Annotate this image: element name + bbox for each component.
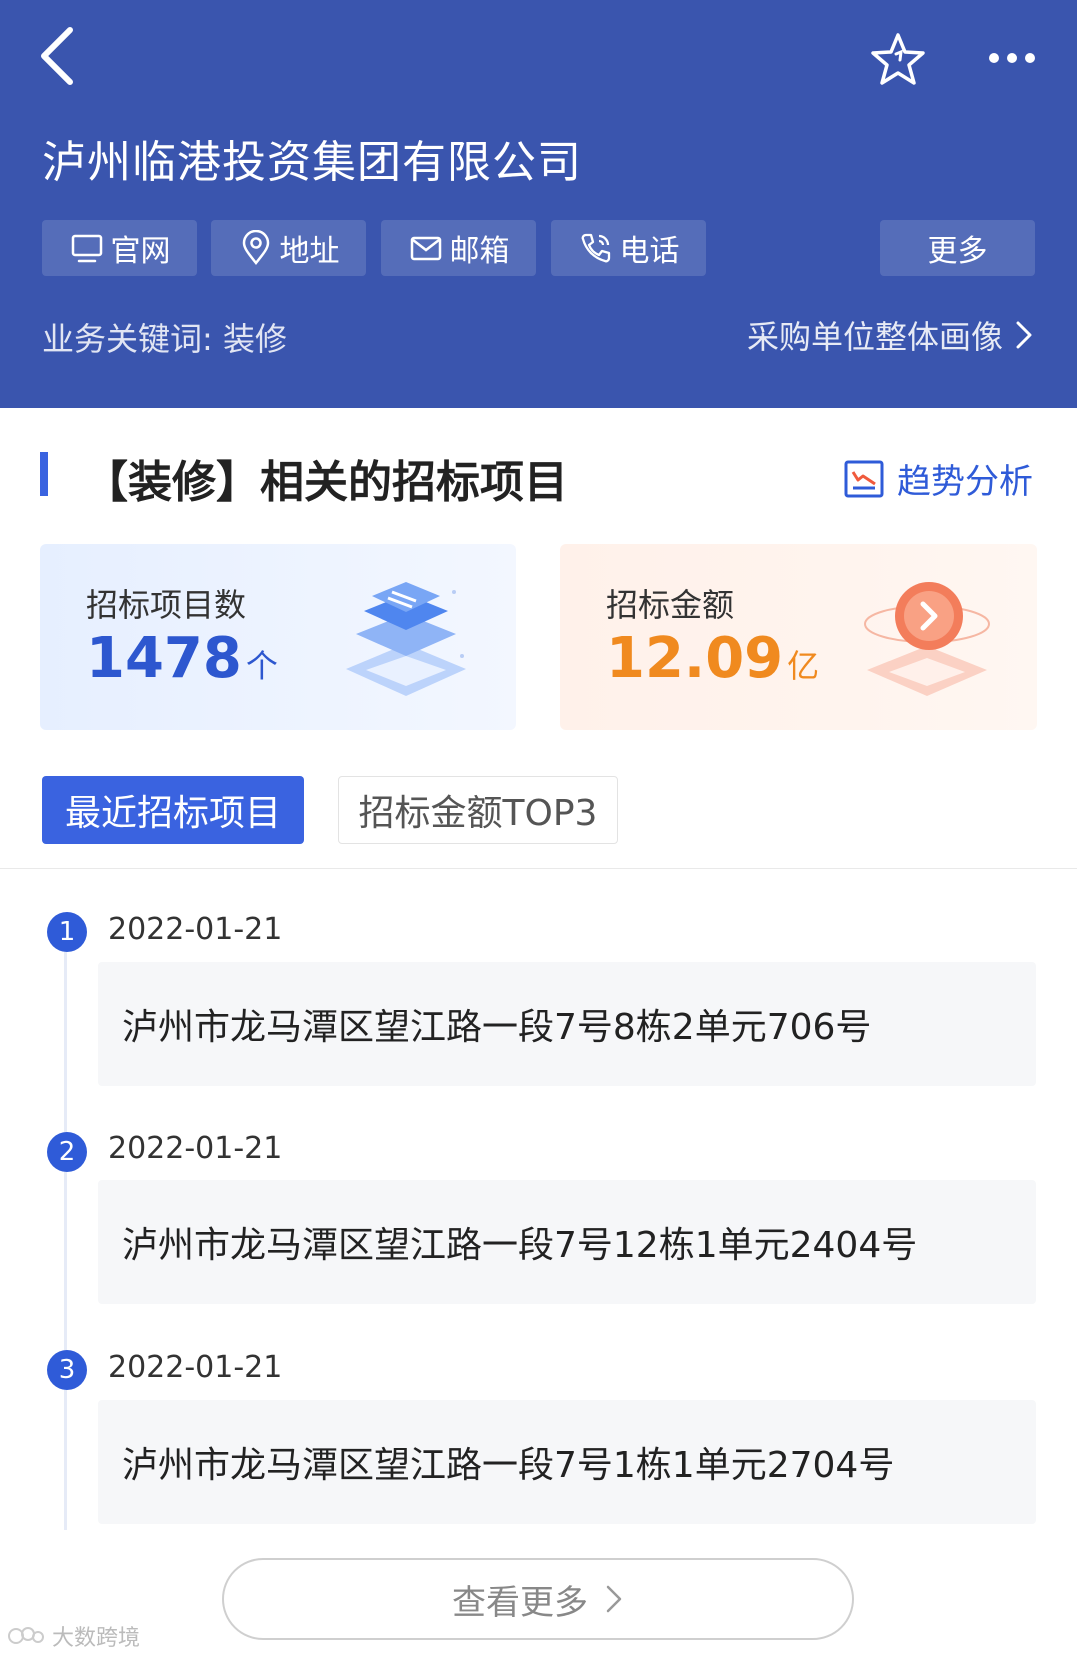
bid-amount-number: 12.09 — [606, 626, 784, 691]
section-accent-bar — [40, 452, 48, 496]
timeline-index-badge: 3 — [47, 1350, 87, 1390]
project-count-unit: 个 — [245, 647, 278, 685]
more-options-icon[interactable] — [986, 40, 1038, 76]
watermark-logo-icon — [8, 1627, 44, 1644]
phone-label: 电话 — [619, 234, 680, 269]
bid-amount-label: 招标金额 — [606, 586, 735, 624]
buyer-portrait-link[interactable]: 采购单位整体画像 — [747, 312, 1035, 358]
email-label: 邮箱 — [449, 234, 510, 269]
tab-amount-top3[interactable]: 招标金额TOP3 — [338, 776, 618, 844]
company-name: 泸州临港投资集团有限公司 — [42, 137, 582, 188]
view-more-button[interactable]: 查看更多 — [222, 1558, 854, 1640]
watermark: 大数跨境 — [6, 1620, 140, 1652]
phone-button[interactable]: 电话 — [551, 220, 706, 276]
business-keywords: 业务关键词: 装修 — [42, 320, 287, 358]
timeline-index-badge: 1 — [47, 912, 87, 952]
website-label: 官网 — [110, 234, 171, 269]
section-title: 【装修】相关的招标项目 — [84, 457, 568, 508]
trend-analysis-link[interactable]: 趋势分析 — [843, 454, 1033, 503]
divider — [0, 868, 1077, 869]
email-button[interactable]: 邮箱 — [381, 220, 536, 276]
website-button[interactable]: 官网 — [42, 220, 197, 276]
project-count-number: 1478 — [86, 626, 242, 691]
chevron-right-icon — [1016, 321, 1032, 349]
favorite-star-icon[interactable] — [868, 30, 928, 90]
timeline-date: 2022-01-21 — [108, 1131, 283, 1166]
phone-icon — [581, 233, 610, 263]
more-label: 更多 — [927, 234, 988, 269]
back-icon[interactable] — [36, 24, 84, 88]
timeline-date: 2022-01-21 — [108, 912, 283, 947]
monitor-icon — [71, 234, 102, 263]
chevron-right-icon — [606, 1585, 622, 1613]
location-pin-icon — [242, 230, 269, 266]
buyer-portrait-label: 采购单位整体画像 — [746, 318, 1003, 356]
project-card[interactable]: 泸州市龙马潭区望江路一段7号1栋1单元2704号 — [98, 1400, 1036, 1524]
project-count-label: 招标项目数 — [86, 586, 247, 624]
view-more-label: 查看更多 — [452, 1582, 588, 1623]
document-stack-icon — [346, 582, 466, 696]
bid-amount-unit: 亿 — [787, 647, 820, 685]
tab-recent-projects[interactable]: 最近招标项目 — [42, 776, 304, 844]
coin-icon — [864, 582, 990, 696]
trend-analysis-label: 趋势分析 — [897, 462, 1033, 502]
project-count-card: 招标项目数 1478 个 — [40, 544, 516, 730]
watermark-text: 大数跨境 — [52, 1626, 141, 1651]
more-button[interactable]: 更多 — [880, 220, 1035, 276]
trend-chart-icon — [844, 460, 884, 497]
address-label: 地址 — [279, 234, 340, 269]
timeline-line — [64, 930, 67, 1530]
project-card[interactable]: 泸州市龙马潭区望江路一段7号8栋2单元706号 — [98, 962, 1036, 1086]
bid-amount-card: 招标金额 12.09 亿 — [560, 544, 1037, 730]
project-count-value: 1478 个 — [86, 626, 278, 691]
timeline-date: 2022-01-21 — [108, 1350, 283, 1385]
address-button[interactable]: 地址 — [211, 220, 366, 276]
envelope-icon — [410, 236, 441, 261]
company-header: 泸州临港投资集团有限公司 官网 地址 邮箱 电话 更多 业务关键词: 装修 采购… — [0, 0, 1077, 408]
bid-amount-value: 12.09 亿 — [606, 626, 819, 691]
timeline-index-badge: 2 — [47, 1132, 87, 1172]
project-card[interactable]: 泸州市龙马潭区望江路一段7号12栋1单元2404号 — [98, 1180, 1036, 1304]
